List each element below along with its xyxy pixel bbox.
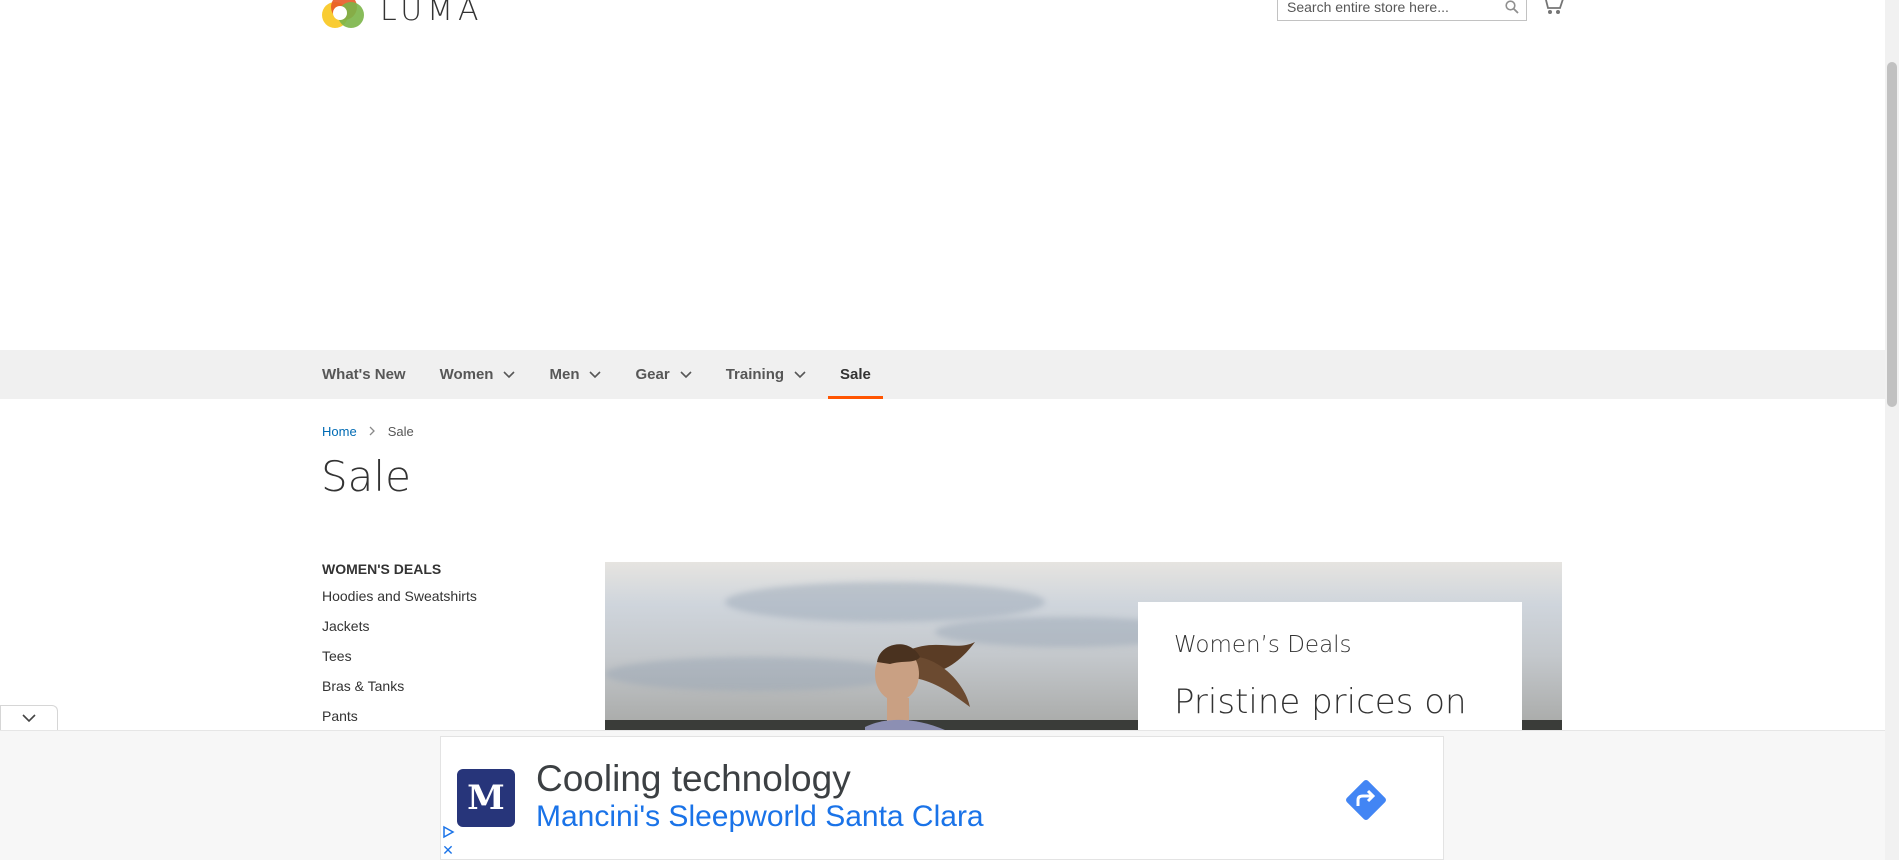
nav-label: Women	[439, 366, 494, 383]
sidebar-link-tees[interactable]: Tees	[322, 647, 477, 677]
sidebar-link-jackets[interactable]: Jackets	[322, 617, 477, 647]
cart-icon[interactable]	[1540, 0, 1564, 18]
advertiser-logo: M	[457, 769, 515, 827]
nav-label: Men	[549, 366, 580, 383]
adchoices-icon[interactable]	[441, 825, 455, 839]
nav-item-gear[interactable]: Gear	[635, 350, 725, 399]
ad-headline[interactable]: Cooling technology	[536, 758, 851, 800]
search-box[interactable]	[1277, 0, 1527, 21]
nav-label: Training	[725, 366, 785, 383]
chevron-down-icon	[503, 370, 516, 379]
nav-item-women[interactable]: Women	[440, 350, 550, 399]
chevron-down-icon	[22, 710, 36, 728]
banner-promo-card: Women’s Deals Pristine prices on	[1138, 602, 1522, 732]
sidebar-link-hoodies[interactable]: Hoodies and Sweatshirts	[322, 587, 477, 617]
scrollbar-thumb[interactable]	[1887, 62, 1897, 407]
runner-image	[865, 642, 975, 732]
advertiser-logo-letter: M	[467, 778, 505, 818]
nav-item-sale[interactable]: Sale	[828, 350, 905, 399]
sidebar-heading: WOMEN'S DEALS	[322, 561, 442, 577]
nav-label: Gear	[635, 366, 670, 383]
ad-collapse-toggle[interactable]	[0, 705, 58, 731]
nav-item-training[interactable]: Training	[726, 350, 840, 399]
breadcrumb-current: Sale	[387, 424, 414, 439]
ad-advertiser-link[interactable]: Mancini's Sleepworld Santa Clara	[536, 800, 984, 834]
page-title: Sale	[321, 452, 411, 501]
breadcrumb: Home Sale	[322, 424, 414, 439]
chevron-down-icon	[680, 370, 692, 379]
logo-text: LUMA	[380, 0, 484, 28]
main-navigation: What's New Women Men Gear Training Sale	[0, 350, 1885, 399]
page-header: LUMA	[0, 0, 1885, 350]
chevron-down-icon	[794, 370, 806, 379]
page-scrollbar[interactable]	[1885, 0, 1899, 860]
search-icon[interactable]	[1498, 0, 1526, 20]
nav-item-men[interactable]: Men	[549, 350, 635, 399]
directions-icon[interactable]	[1341, 775, 1391, 825]
womens-deals-banner[interactable]: Women’s Deals Pristine prices on	[605, 562, 1562, 732]
close-icon[interactable]: ✕	[441, 843, 455, 857]
sidebar-link-bras-tanks[interactable]: Bras & Tanks	[322, 677, 477, 707]
nav-label: What's New	[322, 366, 406, 383]
chevron-down-icon	[589, 370, 602, 379]
banner-subtitle: Pristine prices on	[1174, 682, 1467, 722]
breadcrumb-home-link[interactable]: Home	[322, 424, 357, 439]
nav-item-whats-new[interactable]: What's New	[322, 350, 440, 399]
sidebar-deals: WOMEN'S DEALS Hoodies and Sweatshirts Ja…	[322, 561, 477, 737]
ad-banner[interactable]: M Cooling technology Mancini's Sleepworl…	[440, 736, 1444, 860]
store-logo[interactable]: LUMA	[322, 0, 484, 32]
chevron-right-icon	[369, 424, 376, 439]
search-input[interactable]	[1278, 0, 1498, 20]
nav-label: Sale	[840, 366, 871, 383]
luma-logo-icon	[322, 0, 366, 32]
banner-title: Women’s Deals	[1174, 632, 1352, 658]
